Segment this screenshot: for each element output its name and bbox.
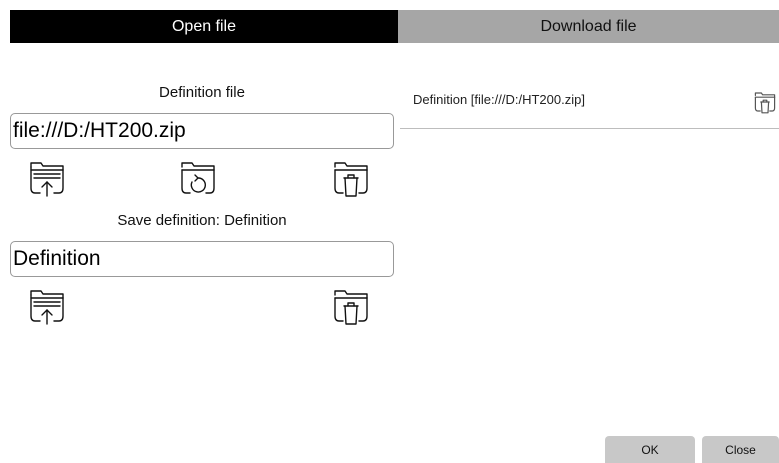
list-item[interactable]: Definition [file:///D:/HT200.zip] (400, 82, 779, 129)
tab-open-file[interactable]: Open file (10, 10, 398, 43)
folder-delete-icon[interactable] (331, 286, 371, 326)
folder-delete-icon[interactable] (753, 90, 777, 114)
definition-file-heading: Definition file (159, 84, 245, 101)
list-item-label: Definition [file:///D:/HT200.zip] (413, 92, 585, 107)
folder-upload-icon[interactable] (27, 158, 67, 198)
folder-upload-icon[interactable] (27, 286, 67, 326)
folder-reload-icon[interactable] (178, 158, 218, 198)
definition-file-field[interactable]: file:///D:/HT200.zip (10, 113, 394, 149)
folder-delete-icon[interactable] (331, 158, 371, 198)
ok-button[interactable]: OK (605, 436, 695, 463)
tab-bar: Open file Download file (10, 10, 779, 43)
close-button[interactable]: Close (702, 436, 779, 463)
tab-download-file[interactable]: Download file (398, 10, 779, 43)
definition-name-field[interactable]: Definition (10, 241, 394, 277)
save-definition-heading: Save definition: Definition (117, 212, 287, 229)
